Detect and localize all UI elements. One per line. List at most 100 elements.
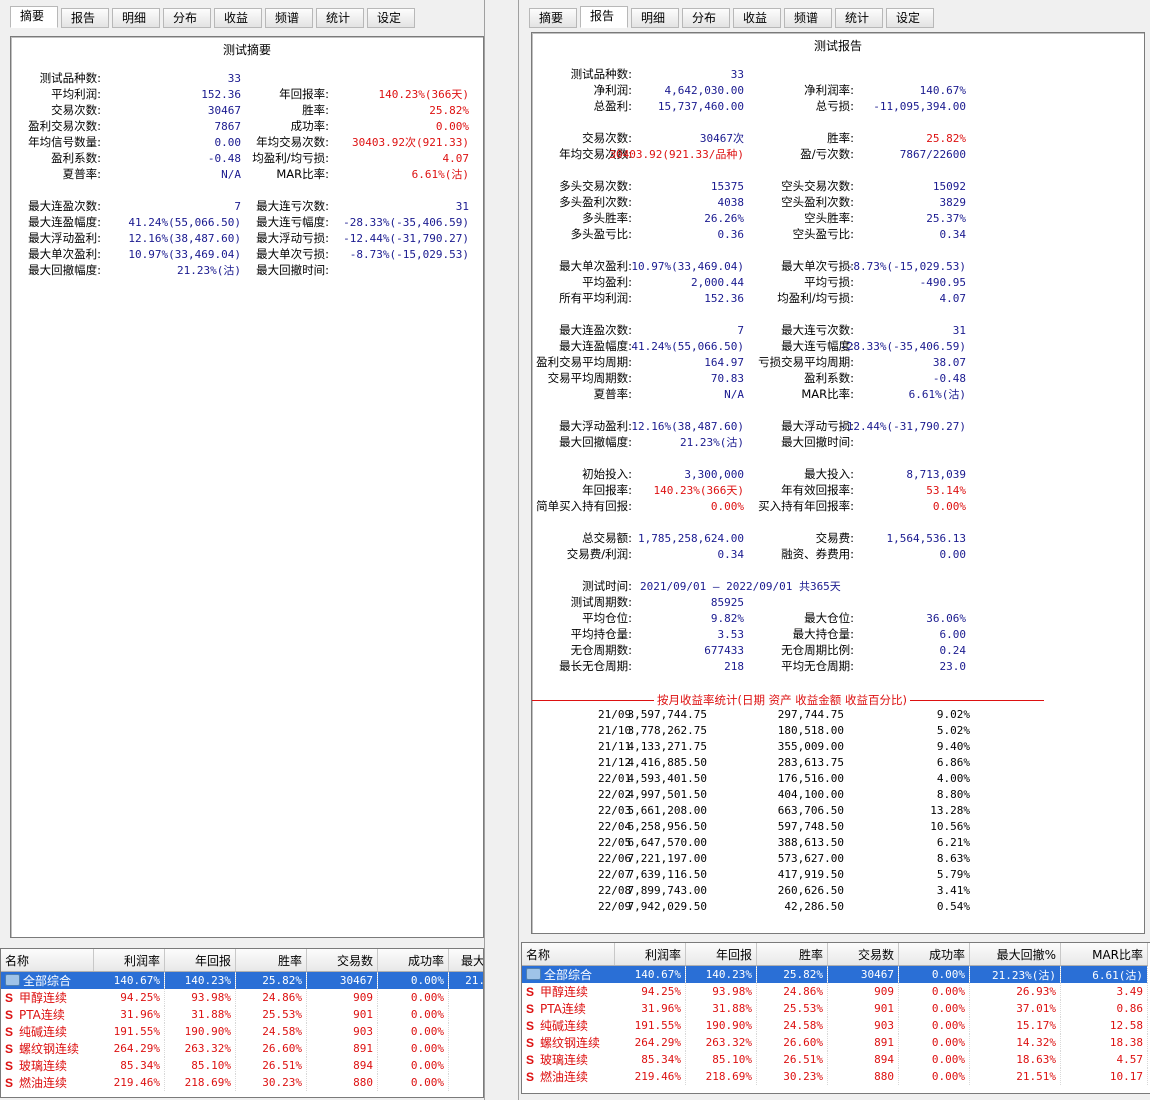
cell-value: 14.32% bbox=[969, 1034, 1061, 1051]
tab-6[interactable]: 统计 bbox=[316, 8, 364, 28]
cell-value: 880 bbox=[306, 1074, 378, 1091]
right-window: 摘要 报告 明细 分布 收益 频谱 统计 设定 测试报告 测试品种数: 33 净利润: 4,642,… bbox=[518, 0, 1150, 1100]
cell-value: 93.98% bbox=[685, 983, 757, 1000]
tab-7[interactable]: 设定 bbox=[367, 8, 415, 28]
column-header[interactable]: 利润率 bbox=[93, 949, 165, 972]
results-table: 名称 利润率 年回报 胜率 交易数 成功率 最大回撤% MAR比率 全部综合 140.67% 140… bbox=[522, 943, 1148, 1085]
table-row[interactable]: S 燃油连续 219.46% 218.69% 30.23% 880 0.00% 21.51% 1… bbox=[522, 1068, 1148, 1085]
s-marker-icon: S bbox=[5, 991, 14, 1005]
table-row-selected[interactable]: 全部综合 140.67% 140.23% 25.82% 30467 0.00% 21.23%… bbox=[522, 965, 1148, 983]
column-header[interactable]: MAR比率 bbox=[1060, 943, 1148, 966]
stat-label: 交易费: bbox=[815, 531, 854, 545]
column-header[interactable]: 胜率 bbox=[235, 949, 307, 972]
cell-value: 30.23% bbox=[235, 1074, 307, 1091]
column-header[interactable]: 名称 bbox=[522, 943, 615, 966]
month-assets: 3,778,262.75 bbox=[627, 724, 707, 737]
cell-value bbox=[448, 989, 483, 1006]
cell-value: 85.10% bbox=[164, 1057, 236, 1074]
stat-value: 2021/09/01 — 2022/09/01 共365天 bbox=[640, 580, 841, 593]
column-header[interactable]: 最大回撤% bbox=[969, 943, 1061, 966]
cell-value: 218.69% bbox=[685, 1068, 757, 1085]
cell-value: 903 bbox=[827, 1017, 899, 1034]
cell-value: 24.86% bbox=[235, 989, 307, 1006]
cell-value: 0.86 bbox=[1060, 1000, 1148, 1017]
instrument-name: S 玻璃连续 bbox=[522, 1051, 615, 1068]
tab-0[interactable]: 摘要 bbox=[529, 8, 577, 28]
instrument-name: S 甲醇连续 bbox=[1, 989, 94, 1006]
column-header[interactable]: 成功率 bbox=[377, 949, 449, 972]
stat-label: 最大浮动盈利: bbox=[559, 419, 632, 433]
instrument-name: S 甲醇连续 bbox=[522, 983, 615, 1000]
column-header[interactable]: 利润率 bbox=[614, 943, 686, 966]
month-assets: 4,133,271.75 bbox=[627, 740, 707, 753]
column-header[interactable]: 交易数 bbox=[827, 943, 899, 966]
table-row[interactable]: S 螺纹钢连续 264.29% 263.32% 26.60% 891 0.00% bbox=[1, 1040, 483, 1057]
left-window: 摘要 报告 明细 分布 收益 频谱 统计 设定 测试摘要 测试品种数: 33 平均利润: 152.3… bbox=[0, 0, 485, 1100]
column-header[interactable]: 胜率 bbox=[756, 943, 828, 966]
instrument-name: S 燃油连续 bbox=[522, 1068, 615, 1085]
month-profit: 42,286.50 bbox=[784, 900, 844, 913]
cell-value: 94.25% bbox=[614, 983, 686, 1000]
stat-label: 买入持有年回报率: bbox=[758, 499, 854, 513]
s-marker-icon: S bbox=[526, 985, 535, 999]
column-header[interactable]: 成功率 bbox=[898, 943, 970, 966]
month-date: 22/07 bbox=[598, 868, 632, 881]
cell-value: 901 bbox=[827, 1000, 899, 1017]
monthly-separator-title: 按月收益率统计(日期 资产 收益金额 收益百分比) bbox=[654, 692, 910, 708]
tab-3[interactable]: 分布 bbox=[682, 8, 730, 28]
table-row[interactable]: S 甲醇连续 94.25% 93.98% 24.86% 909 0.00% 26.93% 3.4… bbox=[522, 983, 1148, 1000]
cell-value: 21. bbox=[448, 971, 483, 989]
instrument-label: 螺纹钢连续 bbox=[19, 1042, 80, 1056]
month-assets: 4,416,885.50 bbox=[627, 756, 707, 769]
s-marker-icon: S bbox=[5, 1059, 14, 1073]
column-header[interactable]: 名称 bbox=[1, 949, 94, 972]
column-header[interactable]: 年回报 bbox=[685, 943, 757, 966]
table-row-selected[interactable]: 全部综合 140.67% 140.23% 25.82% 30467 0.00% 21. bbox=[1, 971, 483, 989]
column-header[interactable]: 交易数 bbox=[306, 949, 378, 972]
s-marker-icon: S bbox=[526, 1019, 535, 1033]
tab-2[interactable]: 明细 bbox=[112, 8, 160, 28]
tab-4[interactable]: 收益 bbox=[733, 8, 781, 28]
table-row[interactable]: S 甲醇连续 94.25% 93.98% 24.86% 909 0.00% bbox=[1, 989, 483, 1006]
table-row[interactable]: S PTA连续 31.96% 31.88% 25.53% 901 0.00% 37.01% 0.… bbox=[522, 1000, 1148, 1017]
stat-value: 33 bbox=[730, 68, 744, 81]
tab-0[interactable]: 摘要 bbox=[10, 6, 58, 28]
cell-value: 0.00% bbox=[898, 965, 970, 983]
tab-2[interactable]: 明细 bbox=[631, 8, 679, 28]
table-row[interactable]: S 纯碱连续 191.55% 190.90% 24.58% 903 0.00% 15.17% 1… bbox=[522, 1017, 1148, 1034]
stat-value: 1,564,536.13 bbox=[886, 532, 966, 545]
stat-value: 140.67% bbox=[919, 84, 966, 97]
table-row[interactable]: S 玻璃连续 85.34% 85.10% 26.51% 894 0.00% bbox=[1, 1057, 483, 1074]
cell-value: 25.82% bbox=[756, 965, 828, 983]
table-row[interactable]: S PTA连续 31.96% 31.88% 25.53% 901 0.00% bbox=[1, 1006, 483, 1023]
stat-label: 融资、券费用: bbox=[781, 547, 854, 561]
tab-5[interactable]: 频谱 bbox=[265, 8, 313, 28]
summary-panel: 测试摘要 测试品种数: 33 平均利润: 152.36 年回报率: 140.23%(366… bbox=[10, 36, 484, 938]
month-percent: 0.54% bbox=[936, 900, 970, 913]
table-row[interactable]: S 螺纹钢连续 264.29% 263.32% 26.60% 891 0.00% 14.32%… bbox=[522, 1034, 1148, 1051]
tab-6[interactable]: 统计 bbox=[835, 8, 883, 28]
tab-1[interactable]: 报告 bbox=[580, 6, 628, 28]
right-tab-bar: 摘要 报告 明细 分布 收益 频谱 统计 设定 bbox=[529, 6, 937, 30]
tab-4[interactable]: 收益 bbox=[214, 8, 262, 28]
table-row[interactable]: S 玻璃连续 85.34% 85.10% 26.51% 894 0.00% 18.63% 4.5… bbox=[522, 1051, 1148, 1068]
column-header[interactable]: 年回报 bbox=[164, 949, 236, 972]
cell-value: 0.00% bbox=[377, 971, 449, 989]
tab-5[interactable]: 频谱 bbox=[784, 8, 832, 28]
cell-value: 891 bbox=[827, 1034, 899, 1051]
tab-1[interactable]: 报告 bbox=[61, 8, 109, 28]
stat-value: -12.44%(-31,790.27) bbox=[343, 232, 469, 245]
month-assets: 7,221,197.00 bbox=[627, 852, 707, 865]
cell-value: 21.51% bbox=[969, 1068, 1061, 1085]
cell-value: 85.10% bbox=[685, 1051, 757, 1068]
column-header[interactable]: 最大 bbox=[448, 949, 483, 972]
tab-3[interactable]: 分布 bbox=[163, 8, 211, 28]
cell-value: 264.29% bbox=[93, 1040, 165, 1057]
stat-value: 4.07 bbox=[939, 292, 967, 305]
s-marker-icon: S bbox=[526, 1070, 535, 1084]
cell-value bbox=[448, 1023, 483, 1040]
table-row[interactable]: S 纯碱连续 191.55% 190.90% 24.58% 903 0.00% bbox=[1, 1023, 483, 1040]
tab-7[interactable]: 设定 bbox=[886, 8, 934, 28]
table-row[interactable]: S 燃油连续 219.46% 218.69% 30.23% 880 0.00% bbox=[1, 1074, 483, 1091]
stat-value: 41.24%(55,066.50) bbox=[128, 216, 241, 229]
